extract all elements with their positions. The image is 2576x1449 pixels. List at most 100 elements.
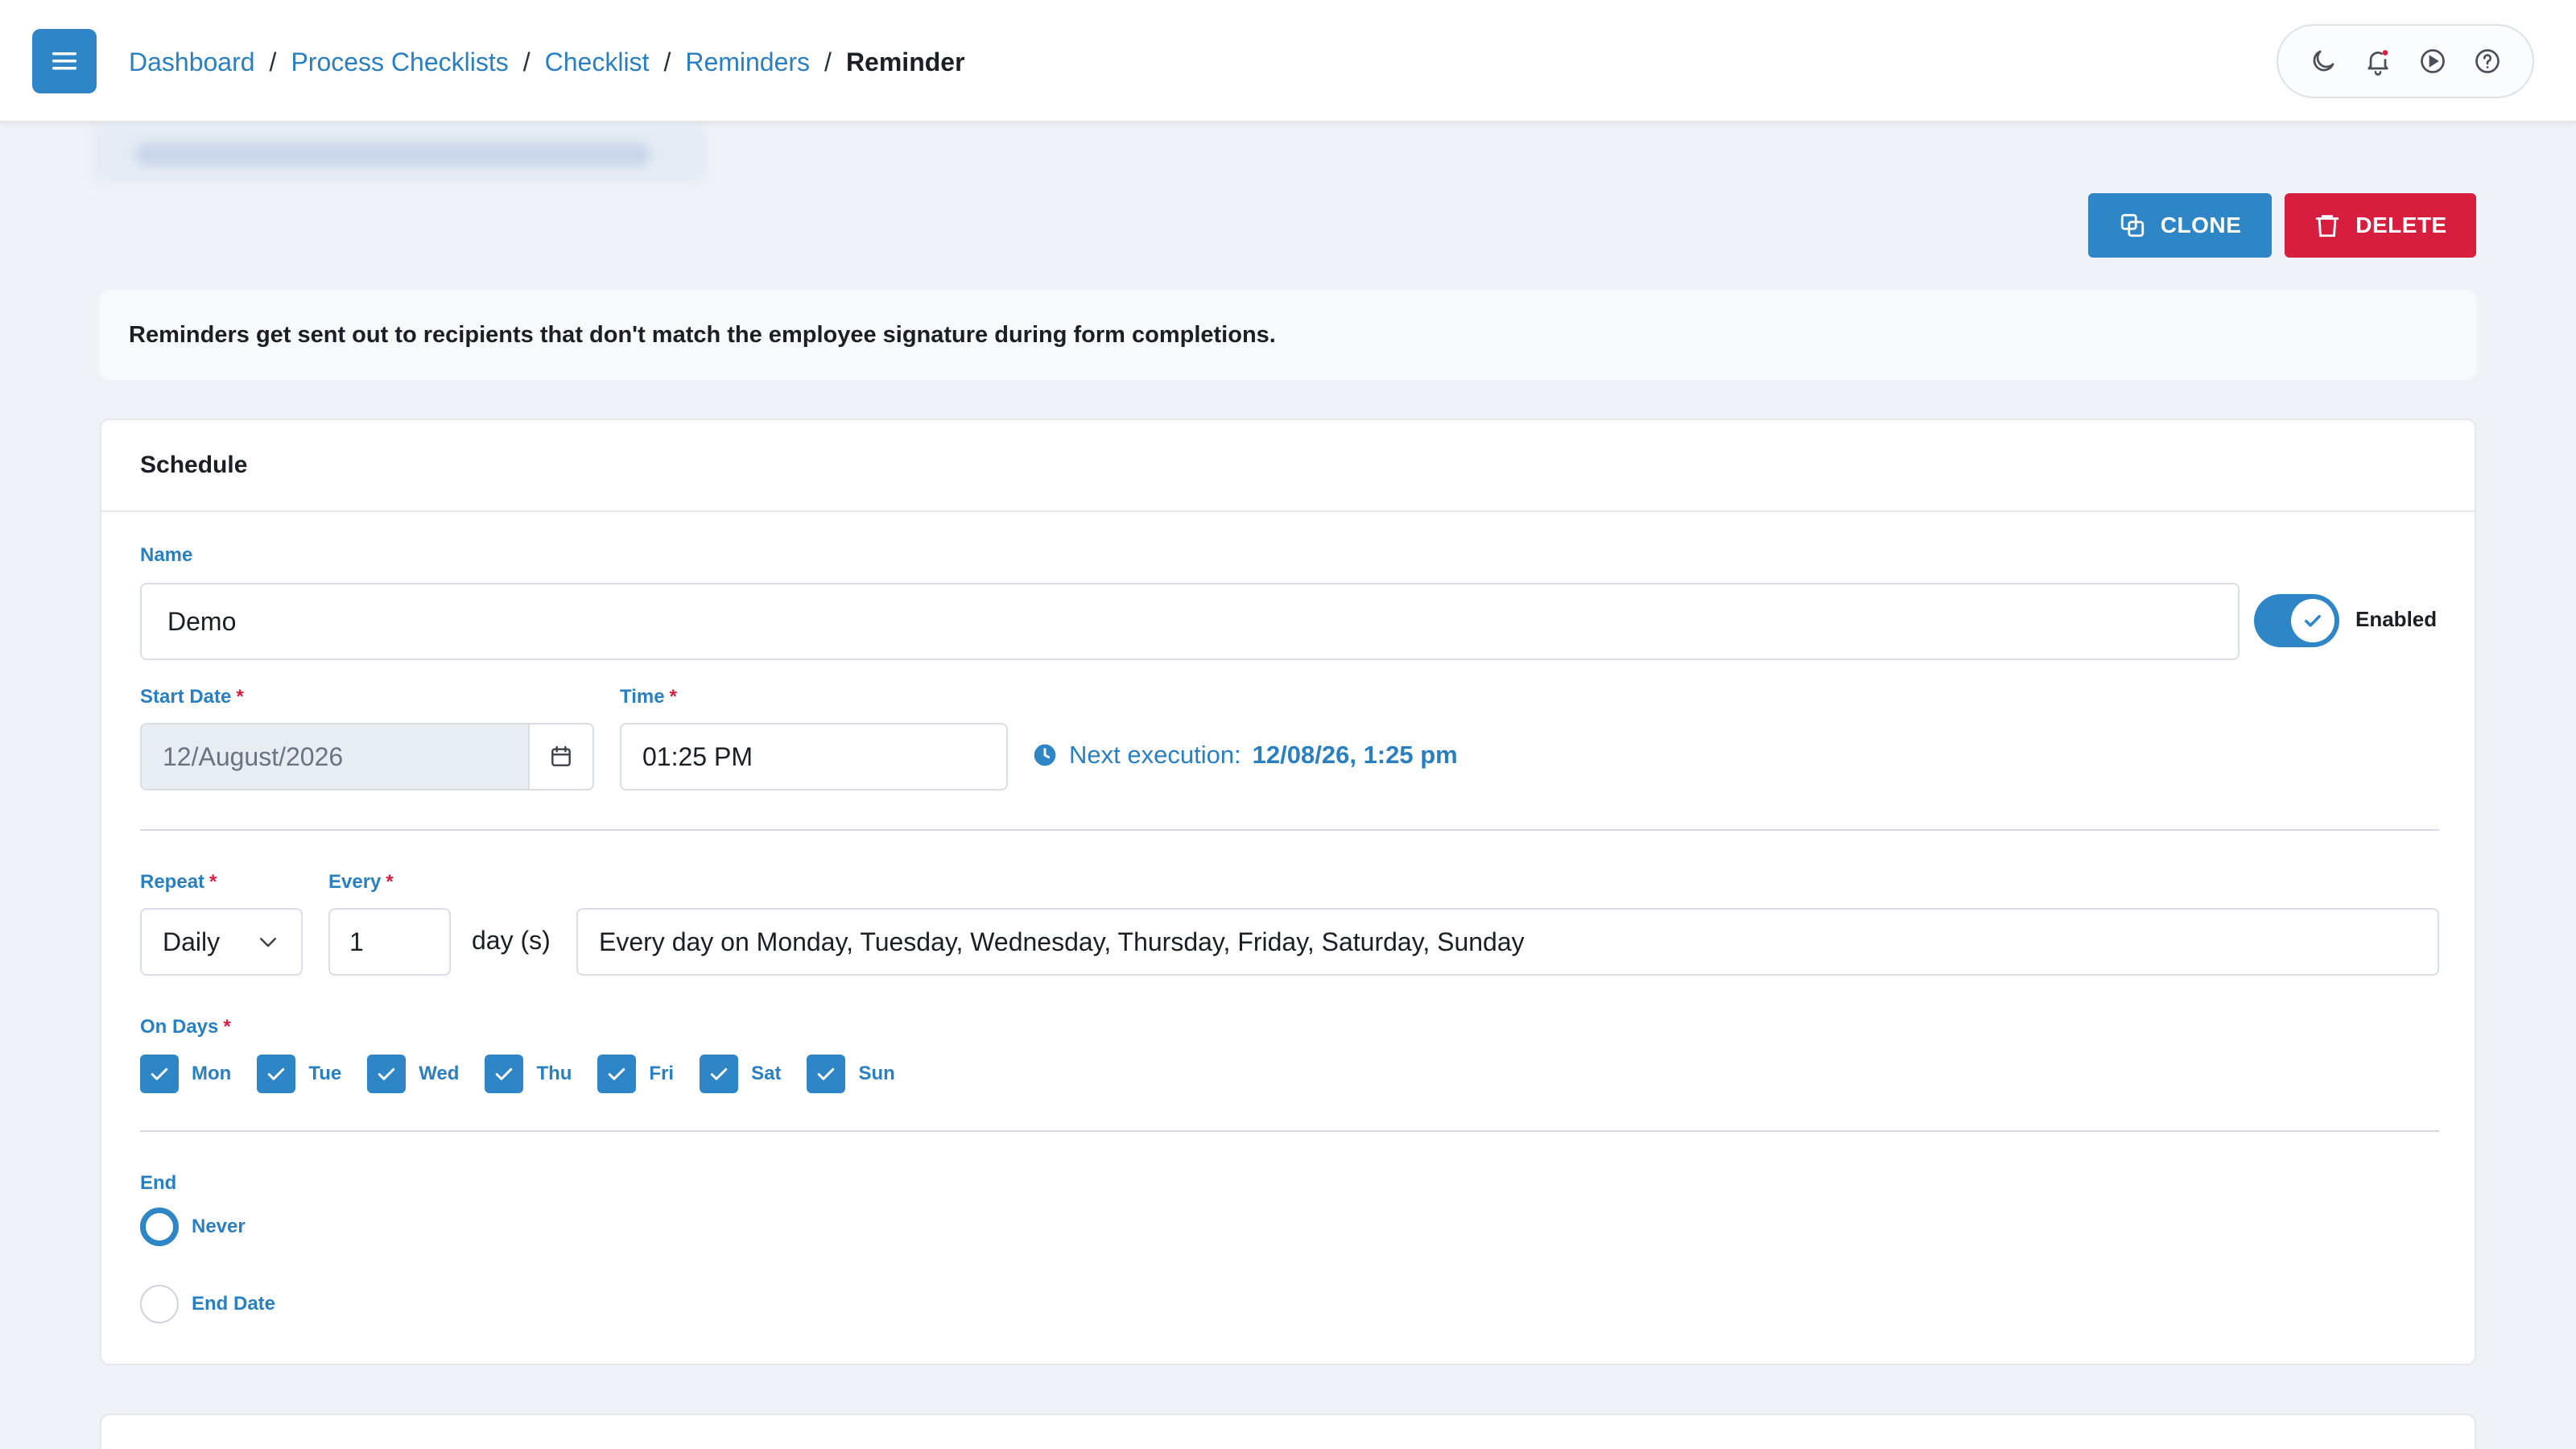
section-divider	[140, 829, 2439, 831]
breadcrumb-separator: /	[522, 47, 530, 76]
every-value: 1	[349, 927, 364, 956]
checkbox[interactable]	[485, 1055, 524, 1093]
radio-button[interactable]	[140, 1285, 179, 1323]
enabled-label: Enabled	[2355, 607, 2438, 631]
on-days-label-text: On Days	[140, 1016, 219, 1038]
hamburger-icon	[52, 52, 76, 70]
check-icon	[710, 1067, 728, 1080]
next-execution-value: 12/08/26, 1:25 pm	[1252, 741, 1458, 769]
day-label: Thu	[536, 1063, 572, 1084]
checkbox[interactable]	[140, 1055, 179, 1093]
calendar-icon	[551, 745, 571, 766]
repeat-select[interactable]: Daily	[140, 908, 303, 976]
required-marker: *	[669, 686, 677, 708]
repeat-summary-field: Every day on Monday, Tuesday, Wednesday,…	[576, 908, 2439, 976]
name-input[interactable]: Demo	[140, 583, 2240, 660]
info-text: Reminders get sent out to recipients tha…	[129, 321, 1276, 348]
start-date-value: 12/August/2026	[163, 741, 344, 771]
check-icon	[378, 1067, 395, 1080]
section-divider	[140, 1130, 2439, 1132]
check-icon	[496, 1067, 513, 1080]
every-label-text: Every	[328, 871, 382, 893]
checkbox[interactable]	[367, 1055, 407, 1093]
next-execution-label: Next execution:	[1069, 741, 1241, 769]
clock-icon	[1034, 744, 1056, 766]
required-marker: *	[209, 871, 217, 893]
help-icon[interactable]	[2465, 39, 2510, 84]
every-unit: day (s)	[472, 926, 551, 955]
on-days-label: On Days *	[140, 1016, 231, 1038]
breadcrumb-checklist[interactable]: Checklist	[545, 47, 650, 77]
next-card	[100, 1414, 2476, 1449]
checkbox[interactable]	[700, 1055, 739, 1093]
day-checkboxes: Mon Tue Wed Thu Fri Sat Sun	[140, 1053, 895, 1095]
day-mon[interactable]: Mon	[140, 1055, 231, 1093]
bell-icon[interactable]	[2355, 39, 2401, 84]
info-banner: Reminders get sent out to recipients tha…	[100, 290, 2476, 380]
check-icon	[2305, 615, 2321, 627]
breadcrumb-current: Reminder	[845, 47, 965, 76]
start-date-input[interactable]: 12/August/2026	[140, 723, 594, 791]
breadcrumb-reminders[interactable]: Reminders	[685, 47, 810, 77]
start-date-label-text: Start Date	[140, 686, 232, 708]
end-option-never[interactable]: Never	[140, 1208, 246, 1246]
chevron-down-icon	[260, 938, 276, 947]
time-input[interactable]: 01:25 PM	[620, 723, 1008, 791]
play-circle-icon[interactable]	[2410, 39, 2455, 84]
radio-button[interactable]	[140, 1208, 179, 1246]
breadcrumb-separator: /	[269, 47, 277, 76]
breadcrumb-dashboard[interactable]: Dashboard	[129, 47, 255, 77]
breadcrumb-separator: /	[663, 47, 671, 76]
day-thu[interactable]: Thu	[485, 1055, 572, 1093]
trash-icon	[2316, 215, 2339, 237]
time-label: Time *	[620, 686, 677, 708]
every-label: Every *	[328, 871, 394, 894]
clone-button[interactable]: CLONE	[2088, 193, 2272, 258]
check-icon	[818, 1067, 835, 1080]
calendar-button[interactable]	[528, 724, 592, 789]
checkbox[interactable]	[807, 1055, 846, 1093]
repeat-summary: Every day on Monday, Tuesday, Wednesday,…	[599, 927, 1525, 956]
header-icon-group	[2277, 24, 2534, 98]
enabled-toggle[interactable]	[2254, 594, 2339, 647]
check-icon	[268, 1067, 285, 1080]
name-value: Demo	[167, 606, 237, 636]
repeat-value: Daily	[163, 927, 221, 956]
day-label: Sun	[858, 1063, 895, 1084]
delete-label: DELETE	[2355, 213, 2447, 237]
day-label: Mon	[192, 1063, 232, 1084]
every-input[interactable]: 1	[328, 908, 451, 976]
schedule-card: Schedule Name Demo Enabled Start Date * 1…	[100, 419, 2476, 1365]
time-label-text: Time	[620, 686, 665, 708]
end-option-end-date[interactable]: End Date	[140, 1285, 275, 1323]
day-label: Tue	[308, 1063, 342, 1084]
checkbox[interactable]	[257, 1055, 296, 1093]
radio-label: Never	[192, 1216, 246, 1237]
day-fri[interactable]: Fri	[597, 1055, 674, 1093]
name-label: Name	[140, 544, 193, 566]
toggle-knob	[2291, 599, 2334, 642]
time-value: 01:25 PM	[642, 741, 753, 771]
schedule-title: Schedule	[140, 452, 248, 478]
day-label: Sat	[751, 1063, 782, 1084]
day-sun[interactable]: Sun	[807, 1055, 895, 1093]
moon-icon[interactable]	[2301, 39, 2346, 84]
repeat-label: Repeat *	[140, 871, 217, 894]
start-date-label: Start Date *	[140, 686, 244, 708]
day-wed[interactable]: Wed	[367, 1055, 459, 1093]
required-marker: *	[223, 1016, 231, 1038]
checkbox[interactable]	[597, 1055, 637, 1093]
top-bar: Dashboard / Process Checklists / Checkli…	[0, 0, 2576, 122]
check-icon	[609, 1067, 625, 1080]
day-label: Fri	[649, 1063, 675, 1084]
breadcrumb: Dashboard / Process Checklists / Checkli…	[129, 42, 965, 82]
delete-button[interactable]: DELETE	[2285, 193, 2476, 258]
breadcrumb-separator: /	[824, 47, 832, 76]
breadcrumb-process-checklists[interactable]: Process Checklists	[291, 47, 508, 77]
day-tue[interactable]: Tue	[257, 1055, 341, 1093]
card-title: Schedule	[101, 420, 2475, 512]
menu-button[interactable]	[32, 29, 97, 93]
day-sat[interactable]: Sat	[700, 1055, 781, 1093]
next-execution: Next execution: 12/08/26, 1:25 pm	[1032, 741, 1458, 770]
end-label: End	[140, 1172, 177, 1194]
